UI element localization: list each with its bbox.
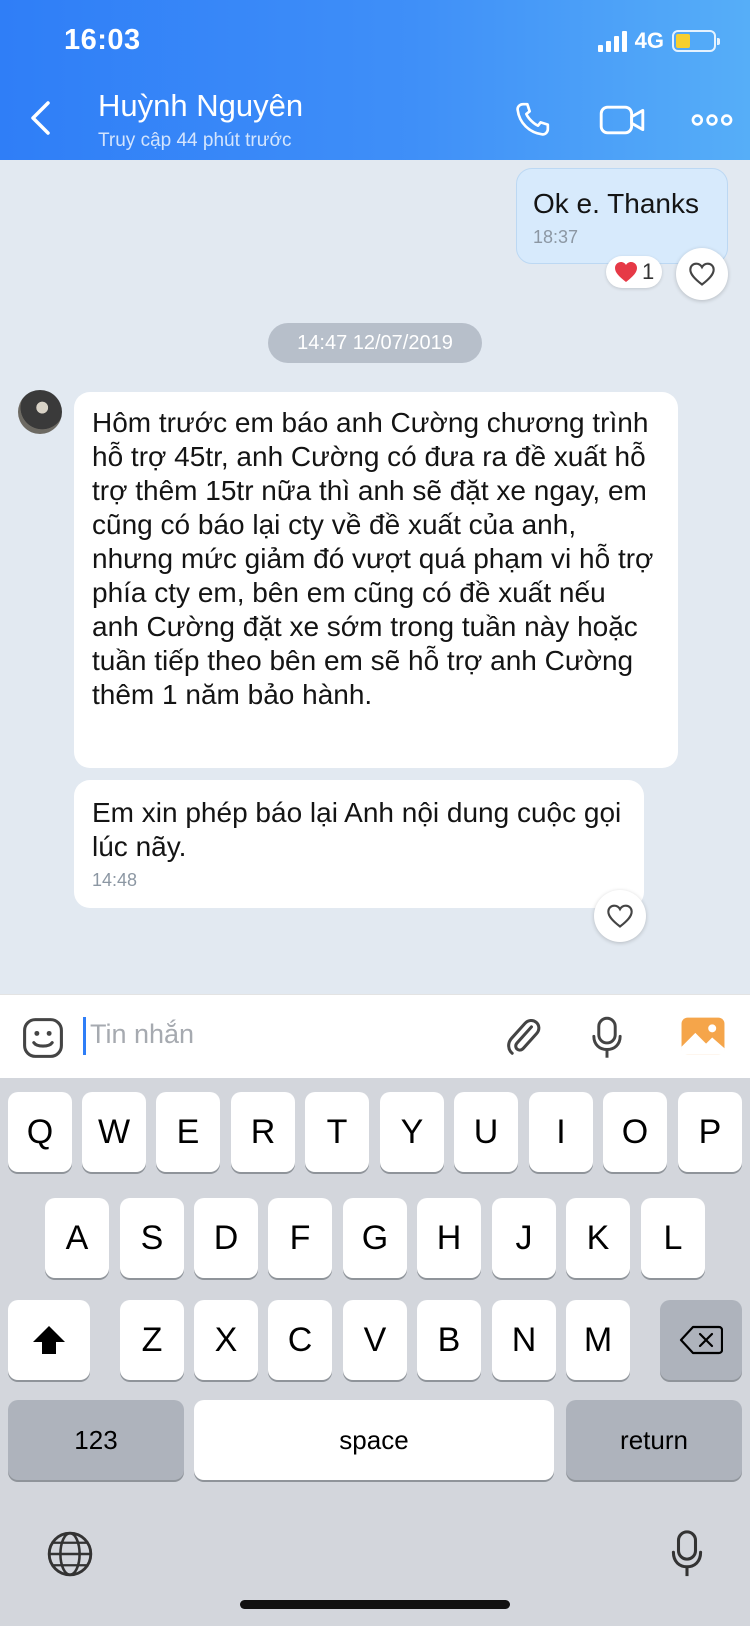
shift-arrow-icon (33, 1326, 65, 1354)
text-cursor (83, 1017, 86, 1055)
home-indicator[interactable] (240, 1600, 510, 1609)
date-separator: 14:47 12/07/2019 (268, 323, 482, 363)
heart-outline-icon (689, 262, 715, 286)
key-k[interactable]: K (566, 1198, 630, 1278)
key-c[interactable]: C (268, 1300, 332, 1380)
key-z[interactable]: Z (120, 1300, 184, 1380)
key-h[interactable]: H (417, 1198, 481, 1278)
key-r[interactable]: R (231, 1092, 295, 1172)
message-list[interactable]: Ok e. Thanks 18:37 1 14:47 12/07/2019 Hô… (0, 160, 750, 994)
reaction-count[interactable]: 1 (606, 256, 663, 288)
key-m[interactable]: M (566, 1300, 630, 1380)
battery-icon (672, 30, 720, 52)
message-text: Em xin phép báo lại Anh nội dung cuộc gọ… (92, 797, 622, 862)
key-p[interactable]: P (678, 1092, 742, 1172)
key-q[interactable]: Q (8, 1092, 72, 1172)
network-type: 4G (634, 28, 664, 53)
message-input[interactable]: Tin nhắn (90, 1019, 194, 1050)
incoming-message[interactable]: Em xin phép báo lại Anh nội dung cuộc gọ… (74, 780, 644, 908)
key-e[interactable]: E (156, 1092, 220, 1172)
key-g[interactable]: G (343, 1198, 407, 1278)
key-j[interactable]: J (492, 1198, 556, 1278)
key-l[interactable]: L (641, 1198, 705, 1278)
key-y[interactable]: Y (380, 1092, 444, 1172)
shift-key[interactable] (8, 1300, 90, 1380)
message-composer: Tin nhắn (0, 994, 750, 1078)
heart-reaction-icon (615, 262, 637, 282)
image-picker-icon[interactable] (680, 1015, 726, 1057)
signal-icon (597, 30, 627, 52)
key-a[interactable]: A (45, 1198, 109, 1278)
key-n[interactable]: N (492, 1300, 556, 1380)
key-b[interactable]: B (417, 1300, 481, 1380)
key-d[interactable]: D (194, 1198, 258, 1278)
key-f[interactable]: F (268, 1198, 332, 1278)
incoming-message[interactable]: Hôm trước em báo anh Cường chương trình … (74, 392, 678, 768)
message-text: Hôm trước em báo anh Cường chương trình … (92, 407, 654, 710)
back-chevron-icon[interactable] (28, 100, 52, 136)
more-options-icon[interactable] (690, 100, 734, 140)
video-call-icon[interactable] (598, 100, 646, 140)
status-icons: 4G (597, 28, 720, 54)
space-key[interactable]: space (194, 1400, 554, 1480)
contact-name[interactable]: Huỳnh Nguyên (98, 88, 303, 124)
key-i[interactable]: I (529, 1092, 593, 1172)
last-seen-status: Truy cập 44 phút trước (98, 130, 292, 151)
message-time: 14:48 (92, 870, 138, 890)
key-x[interactable]: X (194, 1300, 258, 1380)
status-time: 16:03 (64, 24, 141, 56)
message-time: 18:37 (533, 227, 579, 247)
onscreen-keyboard: Q W E R T Y U I O P A S D F G H J K L Z … (0, 1078, 750, 1626)
sticker-icon[interactable] (20, 1015, 66, 1061)
dictation-microphone-icon[interactable] (670, 1528, 704, 1580)
backspace-icon (679, 1325, 723, 1355)
key-v[interactable]: V (343, 1300, 407, 1380)
globe-icon[interactable] (46, 1530, 94, 1578)
key-o[interactable]: O (603, 1092, 667, 1172)
react-button[interactable] (594, 890, 646, 942)
key-t[interactable]: T (305, 1092, 369, 1172)
key-w[interactable]: W (82, 1092, 146, 1172)
phone-icon[interactable] (512, 100, 552, 140)
reaction-number: 1 (642, 259, 655, 284)
message-text: Ok e. Thanks (533, 188, 700, 219)
key-s[interactable]: S (120, 1198, 184, 1278)
heart-outline-icon (607, 904, 633, 928)
return-key[interactable]: return (566, 1400, 742, 1480)
numbers-key[interactable]: 123 (8, 1400, 184, 1480)
chat-header: 16:03 4G Huỳnh Nguyên Truy cập 44 phút t… (0, 0, 750, 160)
contact-avatar[interactable] (18, 390, 62, 434)
react-button[interactable] (676, 248, 728, 300)
microphone-icon[interactable] (590, 1015, 624, 1061)
attachment-icon[interactable] (502, 1015, 544, 1059)
key-u[interactable]: U (454, 1092, 518, 1172)
backspace-key[interactable] (660, 1300, 742, 1380)
